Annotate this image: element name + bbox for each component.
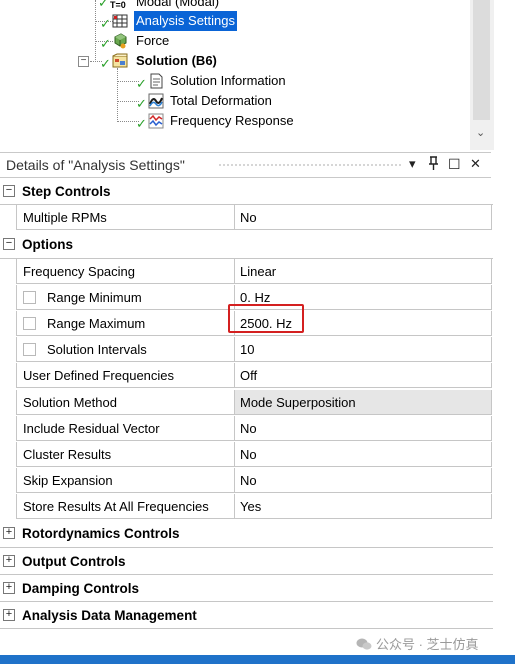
property-name-cell: Range Maximum (16, 310, 235, 336)
tree-scrollbar[interactable]: ⌄ (470, 0, 494, 150)
property-name: Solution Method (16, 389, 235, 415)
chevron-down-icon[interactable]: ⌄ (476, 126, 485, 139)
property-value[interactable]: Yes (234, 494, 492, 520)
tree-item-analysis-settings[interactable]: ✓ Analysis Settings (100, 11, 237, 31)
property-name: Multiple RPMs (16, 205, 235, 231)
parameter-checkbox[interactable] (23, 316, 36, 330)
grid-row-include-residual-vector[interactable]: Include Residual Vector No (0, 415, 493, 442)
property-value[interactable]: No (234, 441, 492, 467)
section-rotordynamics-controls[interactable]: + Rotordynamics Controls (0, 520, 493, 548)
maximize-icon[interactable]: ☐ (448, 156, 461, 173)
checkmark-icon: ✓ (136, 96, 147, 111)
section-label: Step Controls (22, 184, 111, 199)
grid-row-cluster-results[interactable]: Cluster Results No (0, 441, 493, 468)
checkmark-icon: ✓ (136, 76, 147, 91)
tree-item-frequency-response[interactable]: ✓ Frequency Response (136, 111, 296, 131)
grid-row-solution-intervals[interactable]: Solution Intervals 10 (0, 337, 493, 363)
property-name: Store Results At All Frequencies (16, 494, 235, 520)
property-value[interactable]: Mode Superposition (234, 389, 492, 415)
property-name: User Defined Frequencies (16, 363, 235, 389)
grid-row-store-results[interactable]: Store Results At All Frequencies Yes (0, 494, 493, 520)
force-icon (114, 33, 127, 49)
expand-icon[interactable]: + (3, 609, 15, 621)
frequency-response-icon (148, 113, 164, 129)
tree-item-label: Frequency Response (170, 113, 294, 128)
section-label: Analysis Data Management (22, 608, 197, 623)
section-label: Damping Controls (22, 580, 139, 596)
tree-connector (117, 68, 118, 122)
scrollbar-thumb[interactable] (473, 0, 490, 120)
highlight-annotation (228, 304, 304, 333)
checkmark-icon: ✓ (100, 56, 111, 71)
project-tree: ✓ T=0 Modal (Modal) ✓ Analysis Settings … (0, 0, 515, 152)
panel-grip[interactable] (218, 163, 402, 168)
property-name-cell: Solution Intervals (16, 337, 235, 363)
expand-icon[interactable]: + (3, 527, 15, 540)
grid-row-user-defined-frequencies[interactable]: User Defined Frequencies Off (0, 363, 493, 389)
analysis-settings-icon (112, 14, 128, 28)
property-name: Include Residual Vector (16, 415, 235, 441)
tree-item-force[interactable]: ✓ Force (100, 31, 171, 51)
tree-item-label: Solution Information (170, 73, 286, 88)
grid-row-solution-method[interactable]: Solution Method Mode Superposition (0, 389, 493, 416)
solution-icon (112, 53, 128, 68)
collapse-icon[interactable]: − (3, 238, 15, 251)
watermark: 公众号 · 芝士仿真 (356, 634, 479, 653)
tree-item-total-deformation[interactable]: ✓ Total Deformation (136, 91, 274, 111)
property-name: Solution Intervals (47, 342, 147, 358)
watermark-text: 公众号 · 芝士仿真 (376, 637, 479, 652)
section-label: Rotordynamics Controls (22, 526, 180, 542)
document-icon (150, 73, 163, 89)
grid-row-skip-expansion[interactable]: Skip Expansion No (0, 468, 493, 494)
deformation-icon (148, 93, 164, 109)
pin-icon[interactable] (428, 156, 439, 171)
checkmark-icon: ✓ (98, 0, 109, 10)
section-label: Output Controls (22, 553, 126, 569)
section-output-controls[interactable]: + Output Controls (0, 548, 493, 575)
collapse-icon[interactable]: − (78, 56, 89, 67)
parameter-checkbox[interactable] (23, 290, 36, 304)
expand-icon[interactable]: + (3, 581, 15, 594)
property-name: Range Maximum (47, 315, 146, 331)
dropdown-icon[interactable]: ▾ (409, 156, 416, 172)
grid-row-frequency-spacing[interactable]: Frequency Spacing Linear (0, 258, 493, 285)
details-panel-header: Details of "Analysis Settings" ▾ ☐ ✕ (0, 152, 491, 178)
property-value[interactable]: No (234, 415, 492, 441)
section-analysis-data-management[interactable]: + Analysis Data Management (0, 602, 493, 630)
collapse-icon[interactable]: − (3, 185, 15, 197)
expand-icon[interactable]: + (3, 554, 15, 567)
property-name: Cluster Results (16, 441, 235, 467)
wechat-icon (356, 638, 372, 650)
tree-item-solution-information[interactable]: ✓ Solution Information (136, 71, 288, 91)
checkmark-icon: ✓ (136, 116, 147, 131)
section-label: Options (22, 237, 73, 253)
property-value[interactable]: Off (234, 363, 492, 389)
property-name: Skip Expansion (16, 468, 235, 494)
checkmark-icon: ✓ (100, 36, 111, 51)
property-value[interactable]: No (234, 468, 492, 494)
bottom-bar (0, 655, 515, 664)
details-title: Details of "Analysis Settings" (6, 157, 185, 173)
close-icon[interactable]: ✕ (470, 156, 481, 172)
section-options[interactable]: − Options (0, 231, 493, 259)
tree-item-label: Analysis Settings (134, 11, 237, 31)
section-step-controls[interactable]: − Step Controls (0, 178, 493, 206)
tree-item-label: Solution (B6) (136, 53, 217, 68)
section-damping-controls[interactable]: + Damping Controls (0, 575, 493, 602)
property-name: Frequency Spacing (16, 258, 235, 284)
tree-item-label: Total Deformation (170, 93, 272, 108)
property-value[interactable]: Linear (234, 258, 492, 284)
grid-row-multiple-rpms[interactable]: Multiple RPMs No (0, 205, 493, 231)
property-name-cell: Range Minimum (16, 284, 235, 310)
property-value[interactable]: 10 (234, 337, 492, 363)
tree-item-label: Force (136, 33, 170, 48)
details-grid: − Step Controls Multiple RPMs No − Optio… (0, 178, 493, 630)
property-value[interactable]: No (234, 205, 492, 231)
property-name: Range Minimum (47, 289, 142, 305)
tree-item-solution[interactable]: − ✓ Solution (B6) (78, 51, 219, 71)
checkmark-icon: ✓ (100, 16, 111, 31)
parameter-checkbox[interactable] (23, 343, 36, 357)
